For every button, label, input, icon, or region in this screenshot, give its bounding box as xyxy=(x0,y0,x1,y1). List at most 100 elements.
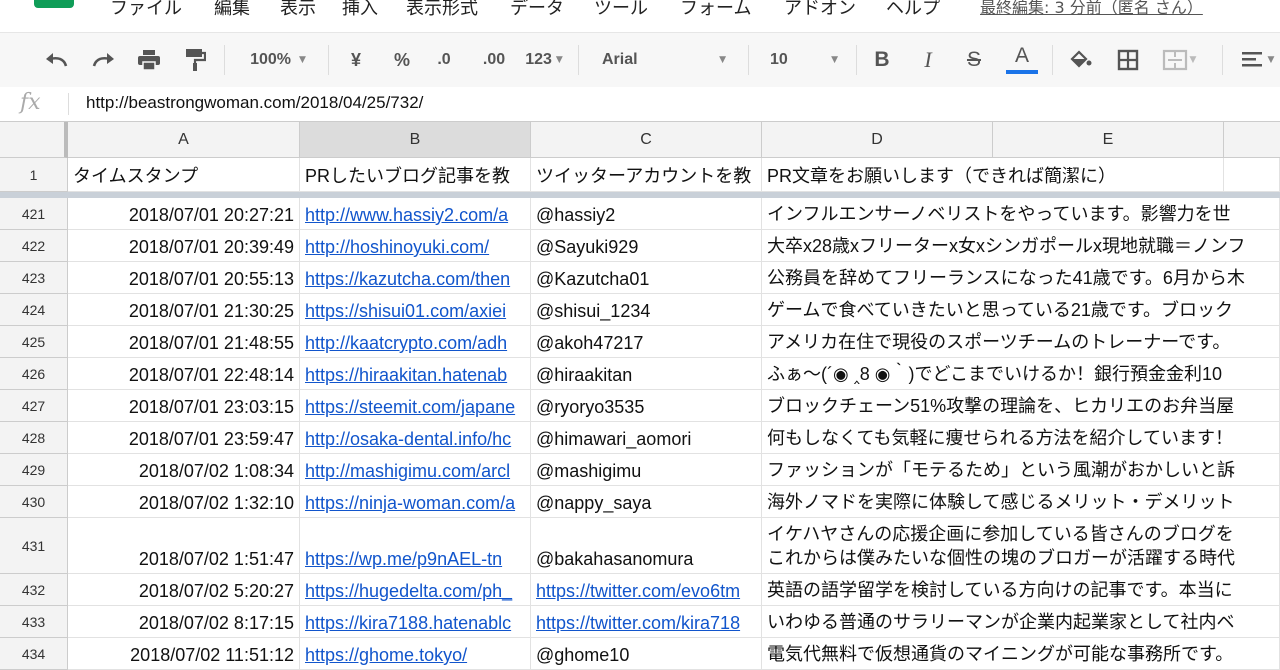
timestamp-cell[interactable]: 2018/07/02 1:32:10 xyxy=(68,486,300,518)
header-cell-timestamp[interactable]: タイムスタンプ xyxy=(68,158,300,192)
pr-text-cell[interactable]: ゲームで食べていきたいと思っている21歳です。ブロック xyxy=(762,294,1280,326)
column-header-f[interactable] xyxy=(1224,122,1280,158)
borders-button[interactable] xyxy=(1112,33,1144,87)
blog-url-cell[interactable]: https://steemit.com/japane xyxy=(300,390,531,422)
undo-button[interactable] xyxy=(40,33,74,87)
twitter-account-cell[interactable]: https://twitter.com/kira718 xyxy=(531,606,762,638)
timestamp-cell[interactable]: 2018/07/01 23:03:15 xyxy=(68,390,300,422)
blog-url-cell[interactable]: https://ninja-woman.com/a xyxy=(300,486,531,518)
pr-text-cell[interactable]: アメリカ在住で現役のスポーツチームのトレーナーです。 xyxy=(762,326,1280,358)
zoom-select[interactable]: 100% ▼ xyxy=(236,33,320,87)
row-header[interactable]: 425 xyxy=(0,326,68,358)
formula-input[interactable]: http://beastrongwoman.com/2018/04/25/732… xyxy=(86,93,423,113)
pr-text-cell[interactable]: 大卒x28歳xフリーターx女xシンガポールx現地就職＝ノンフ xyxy=(762,230,1280,262)
blog-url-cell[interactable]: https://wp.me/p9nAEL-tn xyxy=(300,518,531,574)
twitter-account-cell[interactable]: @himawari_aomori xyxy=(531,422,762,454)
blog-url-cell[interactable]: http://hoshinoyuki.com/ xyxy=(300,230,531,262)
blog-url-cell[interactable]: https://kazutcha.com/then xyxy=(300,262,531,294)
twitter-account-cell[interactable]: @mashigimu xyxy=(531,454,762,486)
merge-cells-button[interactable]: ▼ xyxy=(1156,33,1202,87)
row-header[interactable]: 428 xyxy=(0,422,68,454)
row-header[interactable]: 423 xyxy=(0,262,68,294)
timestamp-cell[interactable]: 2018/07/01 21:30:25 xyxy=(68,294,300,326)
pr-text-cell[interactable]: ファッションが「モテるため」という風潮がおかしいと訴 xyxy=(762,454,1280,486)
pr-text-cell[interactable]: インフルエンサーノベリストをやっています。影響力を世 xyxy=(762,198,1280,230)
strikethrough-button[interactable]: S xyxy=(958,33,990,87)
twitter-account-cell[interactable]: @hassiy2 xyxy=(531,198,762,230)
timestamp-cell[interactable]: 2018/07/02 1:51:47 xyxy=(68,518,300,574)
row-header-1[interactable]: 1 xyxy=(0,158,68,192)
row-header[interactable]: 421 xyxy=(0,198,68,230)
last-edit-link[interactable]: 最終編集: 3 分前（匿名 さん） xyxy=(980,0,1203,18)
horizontal-align-button[interactable]: ▼ xyxy=(1236,33,1280,87)
blog-url-cell[interactable]: https://shisui01.com/axiei xyxy=(300,294,531,326)
pr-text-cell[interactable]: 電気代無料で仮想通貨のマイニングが可能な事務所です。 xyxy=(762,638,1280,670)
row-header[interactable]: 429 xyxy=(0,454,68,486)
row-header[interactable]: 430 xyxy=(0,486,68,518)
italic-button[interactable]: I xyxy=(912,33,944,87)
row-header[interactable]: 426 xyxy=(0,358,68,390)
pr-text-cell[interactable]: 海外ノマドを実際に体験して感じるメリット・デメリット xyxy=(762,486,1280,518)
paint-format-button[interactable] xyxy=(178,33,212,87)
timestamp-cell[interactable]: 2018/07/02 5:20:27 xyxy=(68,574,300,606)
blog-url-cell[interactable]: https://hiraakitan.hatenab xyxy=(300,358,531,390)
blog-url-cell[interactable]: http://osaka-dental.info/hc xyxy=(300,422,531,454)
timestamp-cell[interactable]: 2018/07/01 20:39:49 xyxy=(68,230,300,262)
column-header-b[interactable]: B xyxy=(300,122,531,158)
currency-format-button[interactable]: ¥ xyxy=(340,33,372,87)
pr-text-cell[interactable]: ふぁ〜(´◉ ‸8 ◉｀)でどこまでいけるか！銀行預金金利10 xyxy=(762,358,1280,390)
twitter-account-cell[interactable]: @ghome10 xyxy=(531,638,762,670)
twitter-account-cell[interactable]: @Sayuki929 xyxy=(531,230,762,262)
select-all-corner[interactable] xyxy=(0,122,68,158)
column-header-c[interactable]: C xyxy=(531,122,762,158)
font-size-select[interactable]: 10 ▼ xyxy=(756,33,852,87)
menu-view[interactable]: 表示 xyxy=(280,0,316,20)
menu-format[interactable]: 表示形式 xyxy=(406,0,478,20)
blog-url-cell[interactable]: https://hugedelta.com/ph_ xyxy=(300,574,531,606)
fill-color-button[interactable] xyxy=(1064,33,1096,87)
menu-file[interactable]: ファイル xyxy=(110,0,182,20)
pr-text-cell[interactable]: いわゆる普通のサラリーマンが企業内起業家として社内ベ xyxy=(762,606,1280,638)
column-header-a[interactable]: A xyxy=(68,122,300,158)
text-color-button[interactable]: A xyxy=(1004,33,1040,87)
print-button[interactable] xyxy=(132,33,166,87)
menu-insert[interactable]: 挿入 xyxy=(342,0,378,20)
pr-text-cell[interactable]: イケハヤさんの応援企画に参加している皆さんのブログを これからは僕みたいな個性の塊… xyxy=(762,518,1280,574)
header-cell-pr-text[interactable]: PR文章をお願いします（できれば簡潔に） xyxy=(762,158,1224,192)
font-select[interactable]: Arial ▼ xyxy=(588,33,740,87)
pr-text-cell[interactable]: 公務員を辞めてフリーランスになった41歳です。6月から木 xyxy=(762,262,1280,294)
column-header-d[interactable]: D xyxy=(762,122,993,158)
header-cell-blog[interactable]: PRしたいブログ記事を教 xyxy=(300,158,531,192)
sheets-logo-icon[interactable] xyxy=(34,0,74,8)
timestamp-cell[interactable]: 2018/07/01 20:55:13 xyxy=(68,262,300,294)
bold-button[interactable]: B xyxy=(866,33,898,87)
menu-data[interactable]: データ xyxy=(510,0,564,20)
timestamp-cell[interactable]: 2018/07/02 1:08:34 xyxy=(68,454,300,486)
row-header[interactable]: 434 xyxy=(0,638,68,670)
decrease-decimal-button[interactable]: .0 xyxy=(428,33,460,87)
pr-text-cell[interactable]: ブロックチェーン51%攻撃の理論を、ヒカリエのお弁当屋 xyxy=(762,390,1280,422)
row-header[interactable]: 427 xyxy=(0,390,68,422)
timestamp-cell[interactable]: 2018/07/01 21:48:55 xyxy=(68,326,300,358)
pr-text-cell[interactable]: 何もしなくても気軽に痩せられる方法を紹介しています！ xyxy=(762,422,1280,454)
redo-button[interactable] xyxy=(86,33,120,87)
row-header[interactable]: 422 xyxy=(0,230,68,262)
blog-url-cell[interactable]: https://kira7188.hatenablc xyxy=(300,606,531,638)
row-header[interactable]: 433 xyxy=(0,606,68,638)
twitter-account-cell[interactable]: @ryoryo3535 xyxy=(531,390,762,422)
twitter-account-cell[interactable]: @Kazutcha01 xyxy=(531,262,762,294)
blog-url-cell[interactable]: http://kaatcrypto.com/adh xyxy=(300,326,531,358)
twitter-account-cell[interactable]: @bakahasanomura xyxy=(531,518,762,574)
more-formats-select[interactable]: 123 ▼ xyxy=(518,33,570,87)
increase-decimal-button[interactable]: .00 xyxy=(474,33,514,87)
twitter-account-cell[interactable]: @nappy_saya xyxy=(531,486,762,518)
menu-addons[interactable]: アドオン xyxy=(784,0,856,20)
header-cell-twitter[interactable]: ツイッターアカウントを教 xyxy=(531,158,762,192)
header-cell-f[interactable] xyxy=(1224,158,1280,192)
row-header[interactable]: 424 xyxy=(0,294,68,326)
pr-text-cell[interactable]: 英語の語学留学を検討している方向けの記事です。本当に xyxy=(762,574,1280,606)
timestamp-cell[interactable]: 2018/07/01 23:59:47 xyxy=(68,422,300,454)
blog-url-cell[interactable]: http://www.hassiy2.com/a xyxy=(300,198,531,230)
menu-form[interactable]: フォーム xyxy=(680,0,751,20)
twitter-account-cell[interactable]: @akoh47217 xyxy=(531,326,762,358)
